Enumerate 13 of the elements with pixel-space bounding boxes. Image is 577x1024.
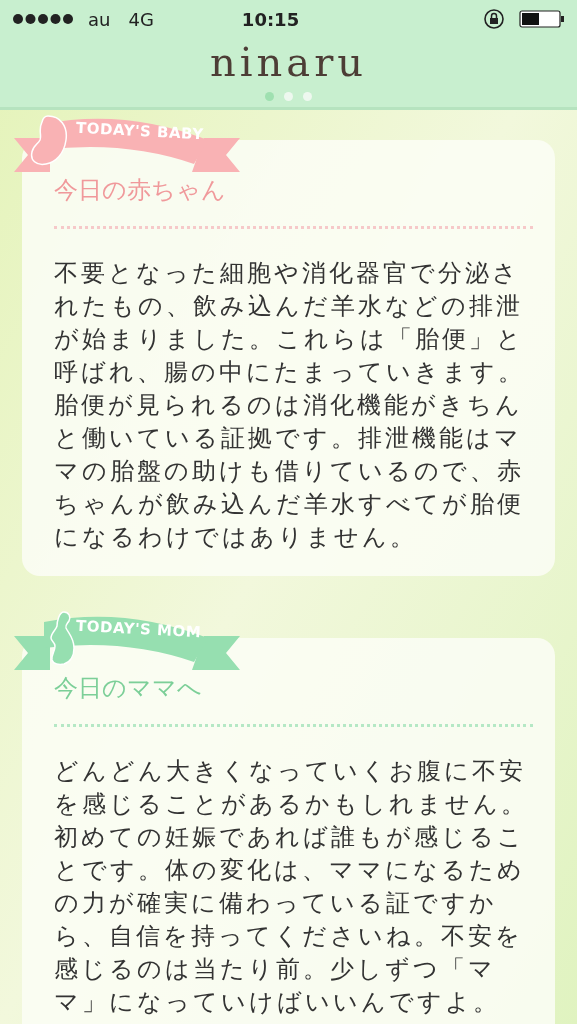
card-title: 今日のママへ [54, 673, 203, 704]
ribbon-label: TODAY'S MOM [75, 615, 202, 644]
ribbon-label: TODAY'S BABY [75, 117, 205, 146]
network-label: 4G [128, 7, 154, 32]
carrier-label: au [88, 7, 111, 32]
rotation-lock-icon [483, 8, 505, 30]
signal-icon [12, 13, 74, 25]
battery-icon [519, 10, 565, 28]
card-title: 今日の赤ちゃん [54, 175, 227, 206]
clock-time: 10:15 [241, 7, 300, 32]
app-logo: ninaru [209, 38, 367, 86]
card-body-text: どんどん大きくなっていくお腹に不安 を感じることがあるかもしれません。 初めての妊娠であれば誰もが感じるこ とです。体の変化は、ママになるため の力が確実に備わっている証ですか ら、自信を持ってくださいね。不安を 感じるのは当たり前。少しずつ「マ マ」になっていけばいいんですよ。 [54, 756, 529, 1018]
card-body-text: 不要となった細胞や消化器官で分泌さ れたもの、飲み込んだ羊水などの排泄 が始まりました。これらは「胎便」と 呼ばれ、腸の中にたまっていきます。 胎便が見られるのは消化機能がきちん と働いている証拠です。排泄機能はマ マの胎盤の助けも借りているので、赤 ちゃんが飲み込んだ羊水すべてが胎便 になるわけではありません。 [54, 258, 526, 553]
